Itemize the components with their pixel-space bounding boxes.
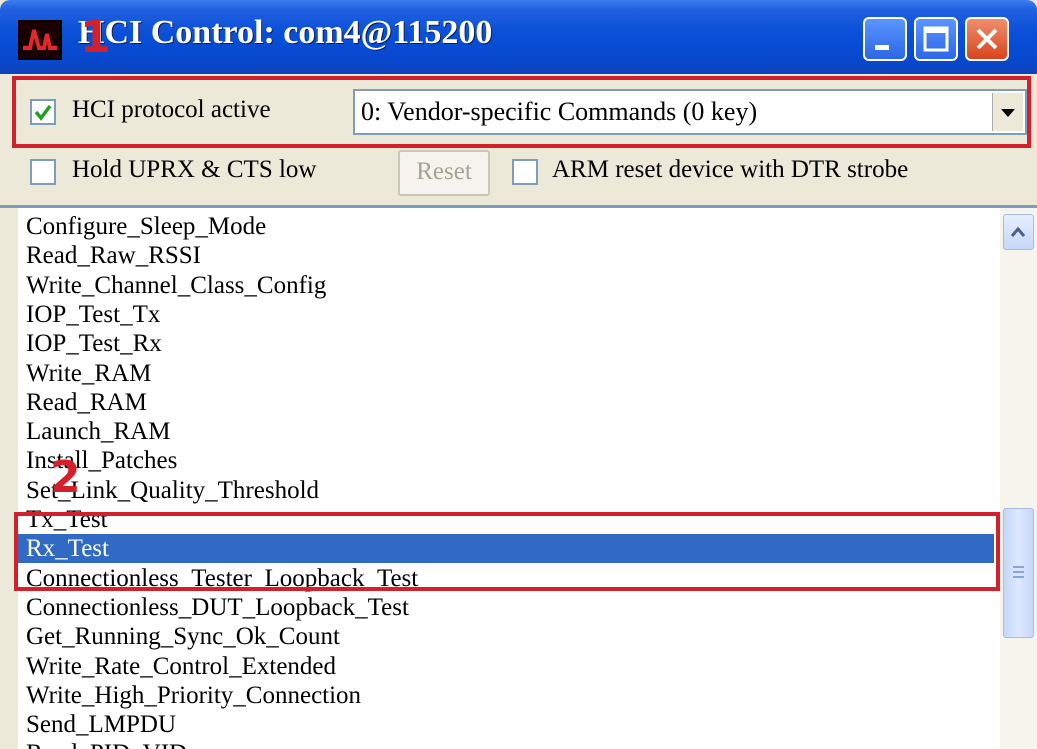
list-item[interactable]: Install_Patches <box>18 446 994 475</box>
window-title: HCI Control: com4@115200 <box>78 14 493 51</box>
list-item[interactable]: Read_PID_VID <box>18 739 994 749</box>
title-bar[interactable]: HCI Control: com4@115200 <box>0 0 1037 74</box>
hold-uprx-label: Hold UPRX & CTS low <box>72 156 317 183</box>
hold-uprx-checkbox[interactable] <box>30 159 56 185</box>
command-list[interactable]: Configure_Sleep_Mode Read_Raw_RSSI Write_C… <box>18 208 1000 749</box>
arm-reset-label: ARM reset device with DTR strobe <box>552 156 909 183</box>
list-item[interactable]: Send_LMPDU <box>18 710 994 739</box>
annotation-marker-1: 1 <box>80 12 111 63</box>
list-item[interactable]: Connectionless_DUT_Loopback_Test <box>18 593 994 622</box>
list-item[interactable]: Configure_Sleep_Mode <box>18 212 994 241</box>
list-item[interactable]: Write_RAM <box>18 359 994 388</box>
scroll-up-icon[interactable] <box>1003 214 1034 250</box>
annotation-marker-2: 2 <box>50 452 81 503</box>
list-item[interactable]: Set_Link_Quality_Threshold <box>18 476 994 505</box>
list-item[interactable]: IOP_Test_Tx <box>18 300 994 329</box>
list-item[interactable]: Write_Rate_Control_Extended <box>18 652 994 681</box>
list-edge <box>0 208 18 749</box>
reset-button[interactable]: Reset <box>398 150 490 196</box>
app-icon <box>18 20 62 60</box>
arm-reset-checkbox[interactable] <box>512 159 538 185</box>
list-item[interactable]: Get_Running_Sync_Ok_Count <box>18 622 994 651</box>
list-item[interactable]: Write_High_Priority_Connection <box>18 681 994 710</box>
close-icon[interactable] <box>965 17 1009 61</box>
scroll-thumb[interactable] <box>1003 508 1034 638</box>
list-item[interactable]: Write_Channel_Class_Config <box>18 271 994 300</box>
list-item[interactable]: IOP_Test_Rx <box>18 329 994 358</box>
minimize-icon[interactable] <box>863 17 907 61</box>
maximize-icon[interactable] <box>914 17 958 61</box>
scrollbar[interactable] <box>1000 208 1037 749</box>
annotation-box-1 <box>12 76 1031 148</box>
annotation-box-2 <box>14 512 1000 591</box>
list-item[interactable]: Read_Raw_RSSI <box>18 241 994 270</box>
list-item[interactable]: Read_RAM <box>18 388 994 417</box>
list-item[interactable]: Launch_RAM <box>18 417 994 446</box>
